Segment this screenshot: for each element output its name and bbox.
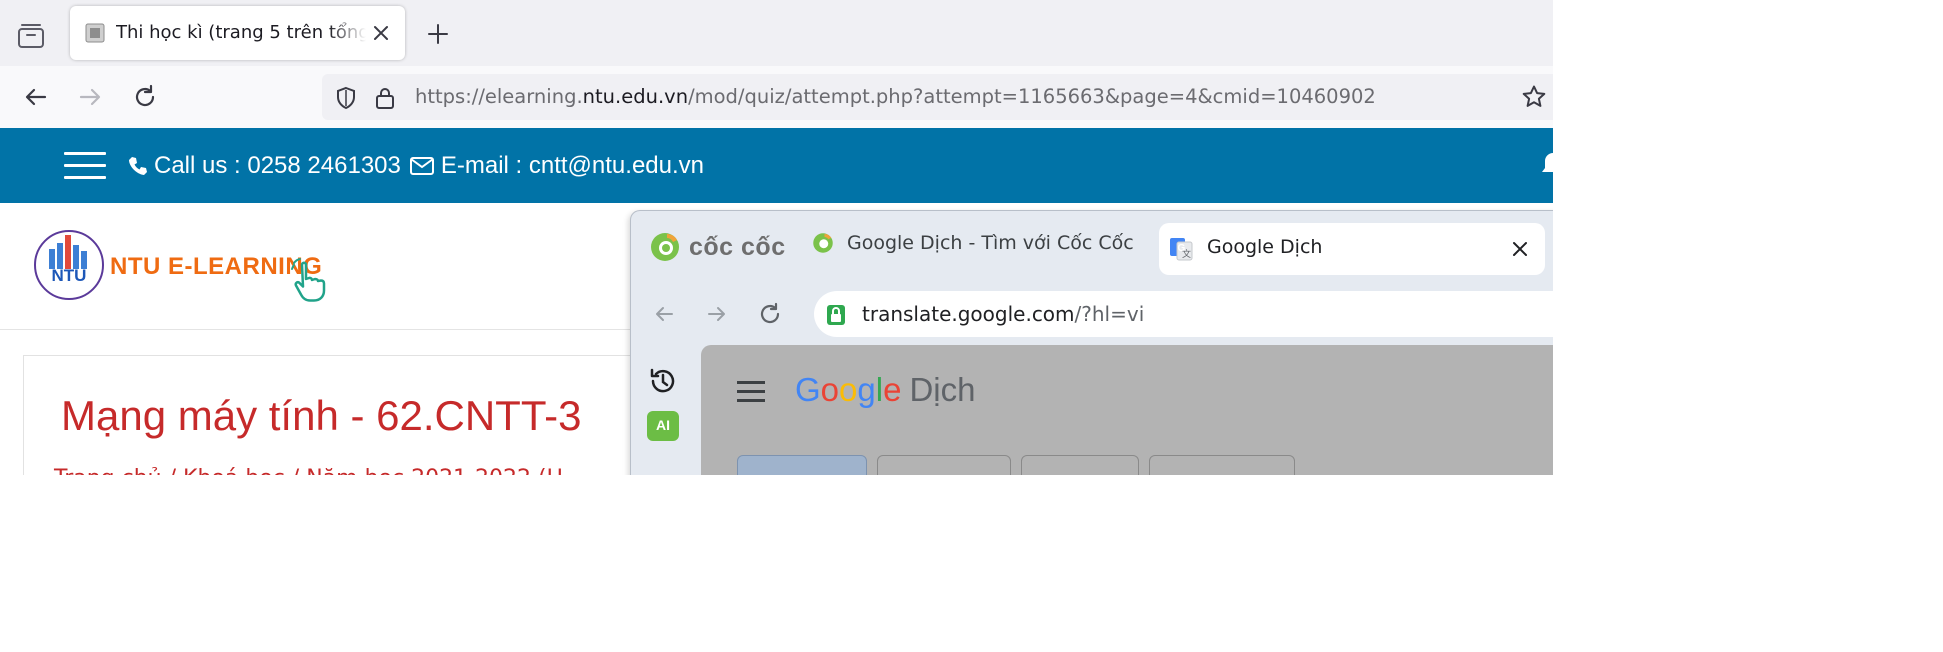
coccoc-forward-icon[interactable]	[704, 301, 730, 327]
email-text[interactable]: E-mail : cntt@ntu.edu.vn	[441, 152, 704, 180]
tracking-protection-shield-icon[interactable]	[334, 86, 358, 110]
google-translate-page: Google Dịch	[701, 345, 1553, 475]
coccoc-sidebar: AI	[631, 341, 699, 475]
translate-mode-websites-chip[interactable]	[1149, 455, 1295, 475]
coccoc-logo-icon	[651, 233, 679, 261]
coccoc-tab-search[interactable]: Google Dịch - Tìm với Cốc Cốc	[811, 231, 1134, 255]
contact-info: Call us : 0258 2461303 E-mail : cntt@ntu…	[128, 152, 704, 180]
google-wordmark: Google	[795, 371, 902, 408]
course-header-card: Mạng máy tính - 62.CNTT-3 Trang chủ / Kh…	[23, 355, 645, 475]
coccoc-tab2-label: Google Dịch	[1207, 236, 1323, 258]
phone-icon	[129, 157, 147, 175]
google-translate-favicon-icon: G 文	[1170, 238, 1193, 261]
browser-tab-active[interactable]: Thi học kì (trang 5 trên tổng số	[70, 6, 405, 60]
coccoc-address-bar[interactable]: translate.google.com/?hl=vi	[814, 291, 1553, 337]
coccoc-brand-text: cốc cốc	[689, 232, 786, 261]
coccoc-tab-google-translate[interactable]: G 文 Google Dịch	[1159, 223, 1545, 275]
envelope-icon	[409, 157, 434, 175]
phone-text: Call us : 0258 2461303	[154, 152, 401, 179]
tab-close-icon[interactable]	[371, 23, 391, 43]
site-menu-hamburger-icon[interactable]	[64, 152, 106, 182]
translate-mode-documents-chip[interactable]	[1021, 455, 1139, 475]
address-bar[interactable]: https://elearning.ntu.edu.vn/mod/quiz/at…	[322, 74, 1553, 120]
coccoc-browser-window: cốc cốc Google Dịch - Tìm với Cốc Cốc G …	[630, 210, 1553, 475]
breadcrumb[interactable]: Trang chủ / Khoá học / Năm học 2021-2022…	[54, 466, 563, 475]
translate-mode-text-chip[interactable]	[737, 455, 867, 475]
page-favicon-icon	[85, 23, 105, 43]
url-text: https://elearning.ntu.edu.vn/mod/quiz/at…	[415, 85, 1376, 108]
back-arrow-icon[interactable]	[22, 83, 50, 111]
translate-main-menu-icon[interactable]	[737, 381, 765, 403]
coccoc-tab-favicon-icon	[813, 233, 833, 253]
google-translate-logo[interactable]: Google Dịch	[795, 371, 975, 409]
site-header: Call us : 0258 2461303 E-mail : cntt@ntu…	[0, 128, 1553, 203]
browser-tab-strip: Thi học kì (trang 5 trên tổng số	[0, 0, 1553, 66]
pointing-hand-icon	[291, 258, 326, 302]
translate-mode-images-chip[interactable]	[877, 455, 1011, 475]
history-icon[interactable]	[647, 365, 679, 397]
notification-bell-icon[interactable]	[1538, 150, 1553, 180]
coccoc-back-icon[interactable]	[651, 301, 677, 327]
coccoc-secure-lock-icon[interactable]	[826, 304, 846, 326]
logo-badge-text: NTU	[52, 266, 87, 285]
coccoc-tab1-label: Google Dịch - Tìm với Cốc Cốc	[847, 232, 1134, 254]
dich-wordmark: Dịch	[909, 371, 976, 408]
url-domain: ntu.edu.vn	[582, 85, 689, 108]
coccoc-logo[interactable]: cốc cốc	[649, 231, 786, 263]
coccoc-url-text: translate.google.com/?hl=vi	[862, 302, 1144, 326]
course-title: Mạng máy tính - 62.CNTT-3	[61, 392, 582, 439]
new-tab-plus-icon[interactable]	[424, 20, 452, 48]
screenshot-region: Thi học kì (trang 5 trên tổng số	[0, 0, 1553, 475]
forward-arrow-icon[interactable]	[76, 83, 104, 111]
url-prefix: https://elearning.	[415, 85, 583, 108]
tab-title: Thi học kì (trang 5 trên tổng số	[116, 22, 366, 43]
coccoc-tab-close-icon[interactable]	[1509, 238, 1531, 260]
tab-list-icon[interactable]	[14, 20, 48, 50]
svg-text:文: 文	[1182, 248, 1191, 259]
ntu-logo-emblem[interactable]: NTU	[33, 229, 105, 301]
coccoc-url-domain: translate.google.com	[862, 302, 1075, 326]
url-path: /mod/quiz/attempt.php?attempt=1165663&pa…	[688, 85, 1376, 108]
coccoc-reload-icon[interactable]	[757, 301, 783, 327]
bookmark-star-icon[interactable]	[1521, 84, 1547, 110]
coccoc-nav-bar: translate.google.com/?hl=vi	[631, 283, 1553, 341]
browser-nav-bar: https://elearning.ntu.edu.vn/mod/quiz/at…	[0, 66, 1553, 128]
ai-assistant-button[interactable]: AI	[647, 411, 679, 441]
reload-icon[interactable]	[131, 83, 159, 111]
site-lock-icon[interactable]	[374, 86, 396, 110]
coccoc-url-path: /?hl=vi	[1074, 302, 1145, 326]
